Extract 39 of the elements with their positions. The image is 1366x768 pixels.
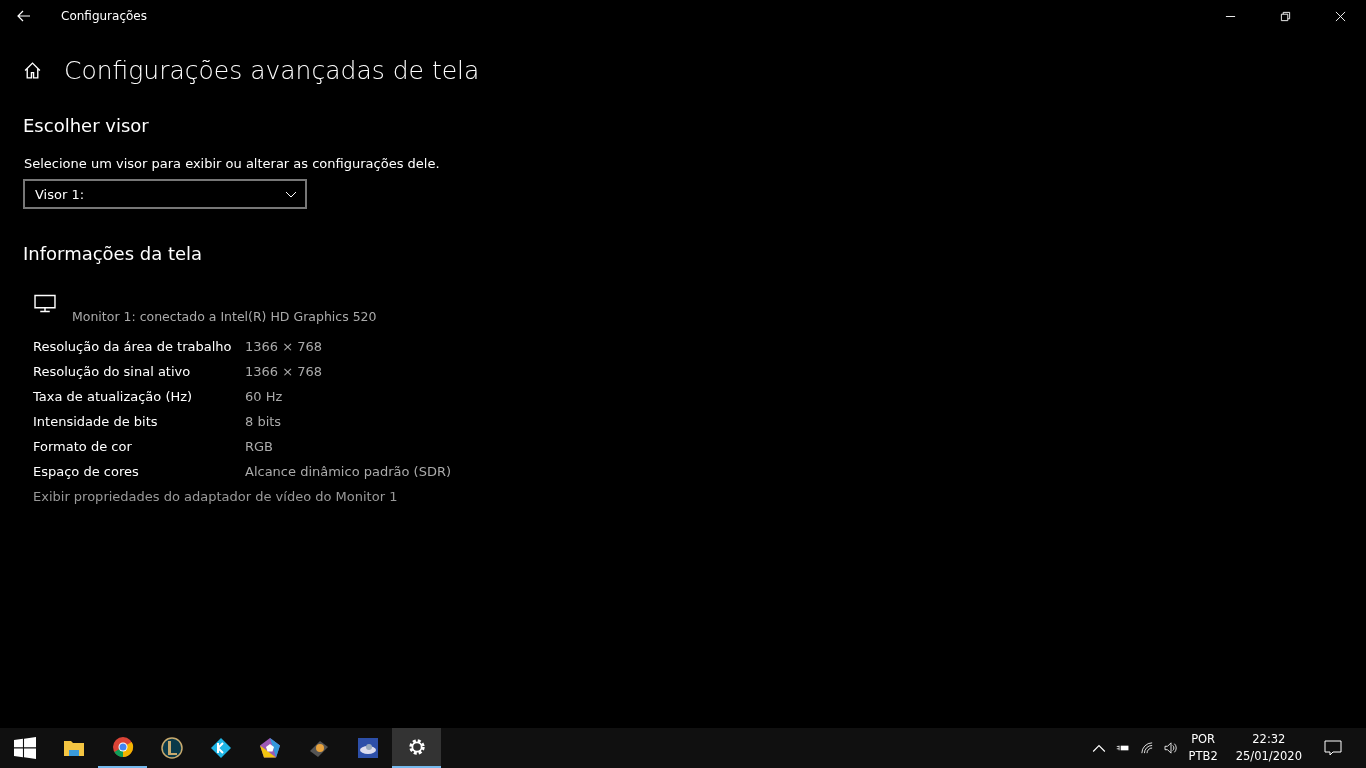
disk-utility-icon [356,737,379,759]
info-value: RGB [245,439,274,454]
game-icon [160,737,183,759]
browser-icon [111,736,134,758]
info-label: Espaço de cores [33,464,140,479]
home-icon[interactable] [23,61,42,80]
description-text: Selecione um visor para exibir ou alterar as configurações dele. [24,156,441,171]
info-label: Intensidade de bits [33,414,159,429]
input-language-indicator[interactable]: POR PTB2 [1188,731,1218,765]
section-heading: Informações da tela [23,243,204,264]
restore-icon[interactable] [1280,10,1291,22]
pentagon-icon [258,737,281,759]
info-value: Alcance dinâmico padrão (SDR) [245,464,452,479]
page-title: Configurações avançadas de tela [64,56,480,85]
info-value: 1366 × 768 [245,339,323,354]
notifications-icon[interactable] [1324,740,1342,756]
media-icon [209,737,232,759]
back-arrow-icon[interactable] [17,10,31,22]
section-heading: Escolher visor [23,115,150,136]
info-value: 8 bits [245,414,282,429]
info-label: Taxa de atualização (Hz) [33,389,194,404]
speaker-icon[interactable] [1163,742,1178,754]
windows-logo-icon [13,737,36,759]
info-label: Formato de cor [33,439,133,454]
monitor-icon [33,294,57,313]
wifi-icon[interactable] [1139,742,1154,754]
window-title: Configurações [61,9,147,23]
clock[interactable]: 22:32 25/01/2020 [1235,731,1302,765]
chevron-down-icon [285,190,297,198]
close-icon[interactable] [1335,10,1346,22]
taskbar-app[interactable] [392,728,441,768]
info-label: Resolução da área de trabalho [33,339,233,354]
adapter-properties-link[interactable]: Exibir propriedades do adaptador de vídeo do Monitor 1 [33,484,1366,509]
info-value: 60 Hz [245,389,283,404]
info-value: 1366 × 768 [245,364,323,379]
monitor-description: Monitor 1: conectado a Intel(R) HD Graphics 520 [72,309,378,324]
display-dropdown[interactable]: Visor 1: [23,179,307,209]
info-label: Resolução do sinal ativo [33,364,192,379]
chevron-up-icon[interactable] [1091,742,1106,754]
